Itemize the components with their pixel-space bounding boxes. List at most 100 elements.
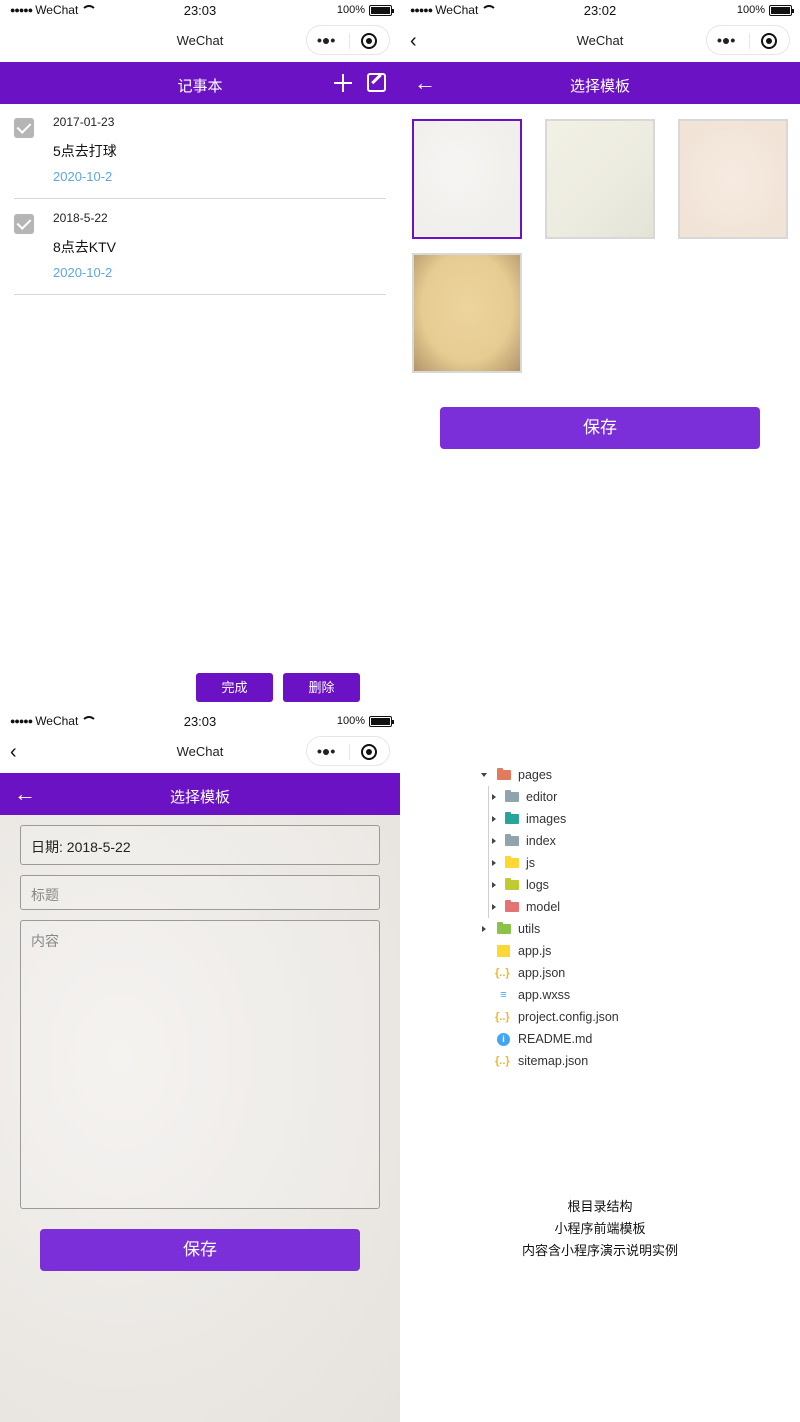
template-option[interactable] [678,119,788,239]
tree-item-label: app.json [518,966,566,980]
tree-item-label: sitemap.json [518,1054,589,1068]
tree-item-pages[interactable]: pages [478,764,778,786]
more-icon[interactable]: •●• [317,32,335,48]
battery-percent: 100% [736,4,765,16]
tree-item-editor[interactable]: editor [478,786,778,808]
page-header: ← 选择模板 [400,62,800,104]
notebook-list-screen: ●●●●● WeChat 23:03 100% WeChat •●• 记事本 2… [0,0,400,711]
folder-icon [497,768,511,780]
battery-indicator: 100% [337,715,394,727]
template-option-selected[interactable] [412,119,522,239]
caret-right-icon[interactable] [492,882,496,888]
template-option[interactable] [545,119,655,239]
save-button[interactable]: 保存 [40,1229,360,1271]
tree-item-logs[interactable]: logs [478,874,778,896]
tree-item-label: index [526,834,556,848]
page-title: 选择模板 [569,78,630,95]
note-editor-screen: ●●●●● WeChat 23:03 100% ‹ WeChat •●• ← 选… [0,711,400,1422]
capsule-divider [349,744,350,760]
battery-icon [369,4,394,16]
checkbox-checked-icon[interactable] [14,214,34,234]
caret-right-icon[interactable] [492,860,496,866]
checkbox-checked-icon[interactable] [14,118,34,138]
done-button[interactable]: 完成 [196,673,273,702]
caret-down-icon[interactable] [481,773,487,777]
status-bar: ●●●●● WeChat 23:03 100% [0,0,400,22]
tree-item-label: images [526,812,567,826]
save-button[interactable]: 保存 [440,407,760,449]
menu-capsule: •●• [306,25,390,55]
tree-item-label: utils [518,922,541,936]
project-file-tree: pages editor images index js logs model … [478,764,778,1072]
tree-item-js[interactable]: js [478,852,778,874]
tree-item-label: project.config.json [518,1010,619,1024]
menu-capsule: •●• [306,736,390,766]
close-miniprogram-icon[interactable] [361,744,377,760]
capsule-divider [749,33,750,49]
more-icon[interactable]: •●• [317,743,335,759]
tree-item-app-wxss[interactable]: ≡ app.wxss [478,984,778,1006]
caret-right-icon[interactable] [492,816,496,822]
add-icon[interactable] [334,74,352,92]
tree-item-label: logs [526,878,549,892]
caret-right-icon[interactable] [482,926,486,932]
tree-item-app-json[interactable]: {..} app.json [478,962,778,984]
tree-item-label: app.wxss [518,988,571,1002]
battery-percent: 100% [336,4,365,16]
js-folder-icon [505,856,519,868]
battery-indicator: 100% [336,4,394,16]
caret-right-icon[interactable] [492,838,496,844]
note-timestamp: 2020-10-2 [53,169,113,184]
tree-item-images[interactable]: images [478,808,778,830]
menu-capsule: •●• [706,25,790,55]
tree-item-app-js[interactable]: app.js [478,940,778,962]
tree-item-readme[interactable]: i README.md [478,1028,778,1050]
caret-right-icon[interactable] [492,794,496,800]
title-placeholder: 标题 [31,887,59,903]
tree-item-model[interactable]: model [478,896,778,918]
template-select-screen: ●●●●● WeChat 23:02 100% ‹ WeChat •●• ← 选… [400,0,800,711]
content-textarea[interactable]: 内容 [20,920,380,1209]
capsule-divider [349,33,350,49]
info-file-icon: i [497,1033,510,1046]
date-field-value: 日期: 2018-5-22 [31,839,131,855]
status-bar: ●●●●● WeChat 23:02 100% [400,0,800,22]
css-file-icon: ≡ [500,989,507,1001]
more-icon[interactable]: •●• [717,32,735,48]
folder-icon [505,790,519,802]
utils-folder-icon [497,922,511,934]
page-header: ← 选择模板 [0,773,400,815]
edit-icon[interactable] [367,73,386,92]
caret-right-icon[interactable] [492,904,496,910]
template-option[interactable] [412,253,522,373]
title-input[interactable]: 标题 [20,875,380,910]
date-field[interactable]: 日期: 2018-5-22 [20,825,380,865]
images-folder-icon [505,812,519,824]
page-title: 选择模板 [169,789,230,806]
tree-item-project-config[interactable]: {..} project.config.json [478,1006,778,1028]
close-miniprogram-icon[interactable] [761,33,777,49]
caption-line: 小程序前端模板 [554,1221,646,1236]
list-item[interactable]: 2017-01-23 5点去打球 2020-10-2 [14,104,386,199]
close-miniprogram-icon[interactable] [361,33,377,49]
wechat-nav-bar: ‹ WeChat •●• [0,733,400,773]
note-text: 5点去打球 [53,143,117,159]
note-date: 2017-01-23 [53,115,115,129]
tree-item-index[interactable]: index [478,830,778,852]
list-item[interactable]: 2018-5-22 8点去KTV 2020-10-2 [14,200,386,295]
delete-button[interactable]: 删除 [283,673,360,702]
js-file-icon [497,945,510,957]
tree-item-label: js [526,856,536,870]
battery-indicator: 100% [736,4,794,16]
caption-line: 内容含小程序演示说明实例 [521,1243,678,1258]
json-file-icon: {..} [495,967,510,979]
tree-item-sitemap[interactable]: {..} sitemap.json [478,1050,778,1072]
tree-item-label: model [526,900,561,914]
tree-item-utils[interactable]: utils [478,918,778,940]
description-caption: 根目录结构 小程序前端模板 内容含小程序演示说明实例 [500,1196,700,1262]
tree-item-label: editor [526,790,558,804]
tree-item-label: pages [518,768,553,782]
battery-icon [369,715,394,727]
tree-item-label: app.js [518,944,552,958]
caption-line: 根目录结构 [567,1199,633,1214]
